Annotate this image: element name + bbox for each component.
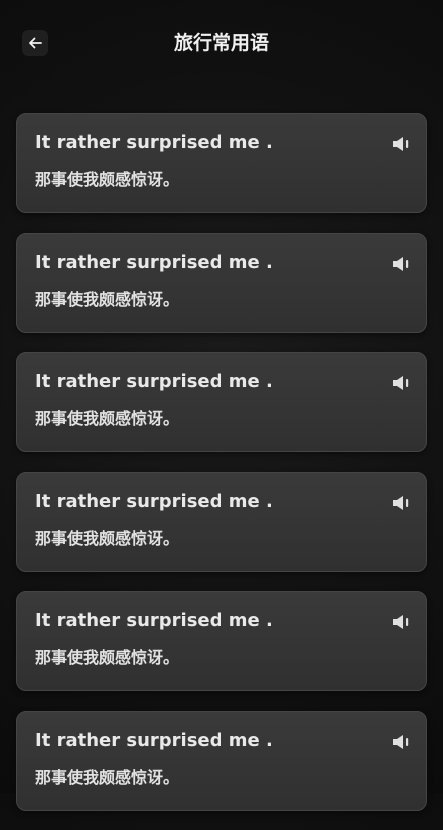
phrase-list: It rather surprised me . 那事使我颇感惊讶。 It ra… xyxy=(16,113,427,830)
phrase-card[interactable]: It rather surprised me . 那事使我颇感惊讶。 xyxy=(16,710,427,811)
play-audio-button[interactable] xyxy=(390,492,412,514)
play-audio-button[interactable] xyxy=(390,133,412,155)
phrase-english: It rather surprised me . xyxy=(35,490,273,512)
speaker-icon xyxy=(393,615,409,629)
speaker-icon xyxy=(393,734,409,749)
phrase-card[interactable]: It rather surprised me . 那事使我颇感惊讶。 xyxy=(16,232,427,333)
phrase-chinese: 那事使我颇感惊讶。 xyxy=(35,648,180,667)
top-bar: 旅行常用语 xyxy=(0,0,443,88)
page-title: 旅行常用语 xyxy=(173,32,269,54)
phrase-card[interactable]: It rather surprised me . 那事使我颇感惊讶。 xyxy=(16,471,427,572)
play-audio-button[interactable] xyxy=(390,372,412,394)
speaker-icon xyxy=(393,137,409,151)
phrase-english: It rather surprised me . xyxy=(35,610,273,631)
phrase-chinese: 那事使我颇感惊讶。 xyxy=(35,289,180,309)
phrase-chinese: 那事使我颇感惊讶。 xyxy=(35,528,180,548)
phrase-english: It rather surprised me . xyxy=(35,132,273,153)
phrase-chinese: 那事使我颇感惊讶。 xyxy=(35,767,180,787)
speaker-icon xyxy=(393,376,409,390)
phrase-english: It rather surprised me . xyxy=(35,729,273,751)
phrase-card[interactable]: It rather surprised me . 那事使我颇感惊讶。 xyxy=(16,352,427,452)
play-audio-button[interactable] xyxy=(390,253,412,275)
speaker-icon xyxy=(393,256,409,271)
phrase-english: It rather surprised me . xyxy=(35,251,273,273)
phrase-card[interactable]: It rather surprised me . 那事使我颇感惊讶。 xyxy=(16,113,427,213)
phrase-chinese: 那事使我颇感惊讶。 xyxy=(35,170,180,189)
phrase-english: It rather surprised me . xyxy=(35,371,273,392)
play-audio-button[interactable] xyxy=(390,611,412,633)
speaker-icon xyxy=(393,495,409,510)
play-audio-button[interactable] xyxy=(390,731,412,753)
phrase-card[interactable]: It rather surprised me . 那事使我颇感惊讶。 xyxy=(16,591,427,691)
phrase-chinese: 那事使我颇感惊讶。 xyxy=(35,409,180,428)
